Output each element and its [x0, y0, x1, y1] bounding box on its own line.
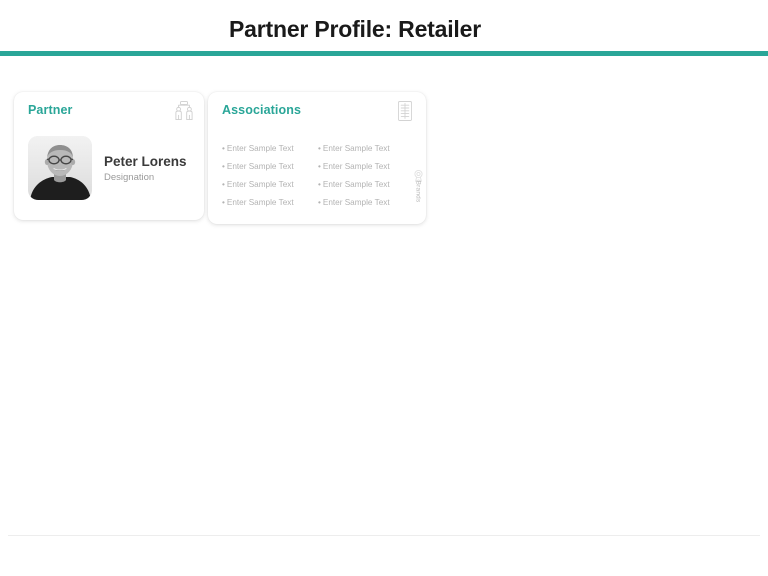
list-item[interactable]: • Enter Sample Text [222, 140, 308, 158]
list-document-icon [395, 100, 417, 122]
list-item-label: Enter Sample Text [322, 144, 390, 153]
page-title: Partner Profile: Retailer [229, 16, 481, 42]
footer-divider [8, 535, 760, 536]
bullet-icon: • [222, 198, 225, 207]
title-divider [0, 51, 768, 56]
bullet-icon: • [318, 162, 321, 171]
associations-column-1: • Enter Sample Text • Enter Sample Text … [222, 140, 308, 212]
list-item-label: Enter Sample Text [322, 162, 390, 171]
associations-card-heading: Associations [222, 103, 302, 117]
list-item-label: Enter Sample Text [226, 180, 294, 189]
list-item[interactable]: • Enter Sample Text [222, 176, 308, 194]
bullet-icon: • [318, 180, 321, 189]
list-item[interactable]: • Enter Sample Text [222, 194, 308, 212]
list-item-label: Enter Sample Text [226, 144, 294, 153]
bullet-icon: • [222, 144, 225, 153]
associations-card[interactable]: Associations • Enter Sample Text • Enter… [208, 92, 426, 224]
list-item-label: Enter Sample Text [322, 180, 390, 189]
list-item[interactable]: • Enter Sample Text [318, 176, 404, 194]
avatar [28, 136, 92, 200]
associations-column-2: • Enter Sample Text • Enter Sample Text … [318, 140, 404, 212]
partner-name: Peter Lorens [104, 153, 187, 169]
list-item[interactable]: • Enter Sample Text [318, 194, 404, 212]
list-item[interactable]: • Enter Sample Text [318, 140, 404, 158]
list-item-label: Enter Sample Text [226, 162, 294, 171]
bullet-icon: • [222, 162, 225, 171]
list-item[interactable]: • Enter Sample Text [318, 158, 404, 176]
partner-person: Peter Lorens Designation [28, 136, 194, 200]
list-item-label: Enter Sample Text [226, 198, 294, 207]
bullet-icon: • [318, 198, 321, 207]
brands-side-tab-label: Brands [414, 180, 422, 203]
bullet-icon: • [222, 180, 225, 189]
brands-side-tab[interactable]: Brands [409, 166, 427, 224]
partner-text-block: Peter Lorens Designation [104, 153, 187, 184]
list-item-label: Enter Sample Text [322, 198, 390, 207]
associations-list: • Enter Sample Text • Enter Sample Text … [222, 140, 404, 212]
partnership-people-icon [173, 100, 195, 122]
list-item[interactable]: • Enter Sample Text [222, 158, 308, 176]
partner-card[interactable]: Partner Peter Lorens Designation [14, 92, 204, 220]
partner-card-heading: Partner [28, 103, 73, 117]
bullet-icon: • [318, 144, 321, 153]
partner-designation: Designation [104, 171, 155, 183]
